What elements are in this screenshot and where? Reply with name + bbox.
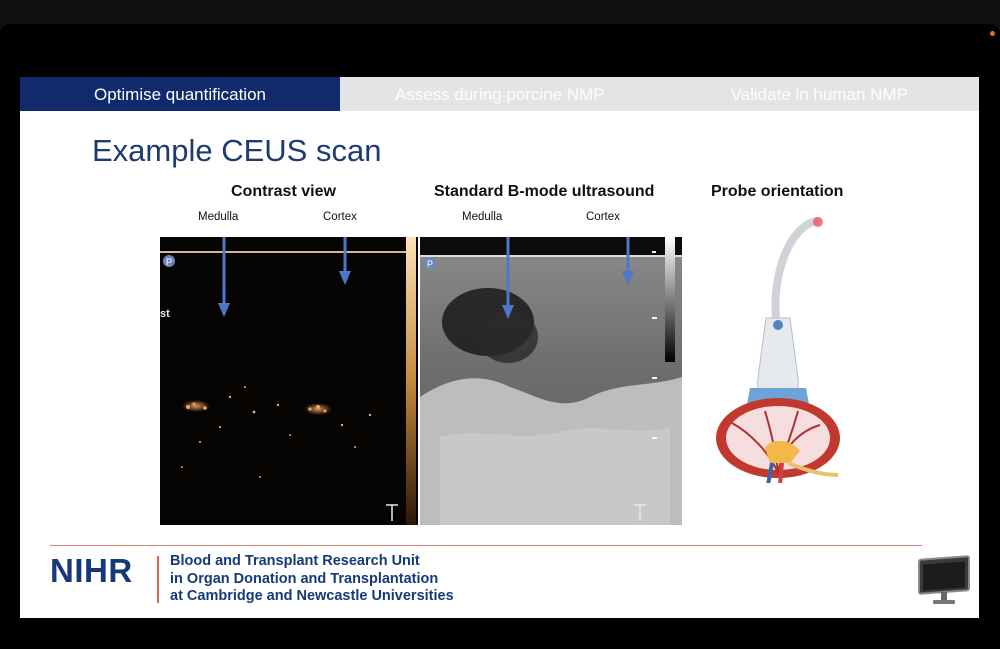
probe-kidney-illustration xyxy=(710,213,850,486)
bmode-heading: Standard B-mode ultrasound xyxy=(434,183,655,200)
contrast-side-label: st xyxy=(160,308,170,320)
contrast-cortex-label: Cortex xyxy=(323,211,357,223)
monitor-icon xyxy=(915,552,973,610)
unit-line-1: Blood and Transplant Research Unit xyxy=(170,553,420,569)
tab-optimise-quantification: Optimise quantification xyxy=(20,77,340,111)
section-tabs: Optimise quantification Assess during po… xyxy=(20,77,979,111)
bmode-medulla-label: Medulla xyxy=(462,211,503,223)
probe-orientation-heading: Probe orientation xyxy=(711,183,844,200)
unit-line-2: in Organ Donation and Transplantation xyxy=(170,570,439,587)
recording-indicator-icon xyxy=(990,31,995,36)
slide-title: Example CEUS scan xyxy=(92,133,382,168)
footer-divider xyxy=(50,545,922,546)
bmode-marker: P xyxy=(427,259,433,269)
bmode-scan-image: P xyxy=(420,237,682,525)
bmode-cortex-label: Cortex xyxy=(586,211,620,223)
research-unit-text: Blood and Transplant Research Unit in Or… xyxy=(170,553,454,606)
contrast-view-heading: Contrast view xyxy=(231,183,336,200)
contrast-medulla-label: Medulla xyxy=(198,211,239,223)
tab-assess-porcine-nmp: Assess during porcine NMP xyxy=(340,77,660,111)
logo-separator xyxy=(157,556,159,603)
contrast-scan-image: P st xyxy=(160,237,418,525)
tab-validate-human-nmp: Validate in human NMP xyxy=(659,77,979,111)
unit-line-3: at Cambridge and Newcastle Universities xyxy=(170,588,454,604)
nihr-logo: NIHR xyxy=(50,552,133,589)
contrast-marker: P xyxy=(166,257,172,267)
presentation-slide: Optimise quantification Assess during po… xyxy=(20,77,979,618)
